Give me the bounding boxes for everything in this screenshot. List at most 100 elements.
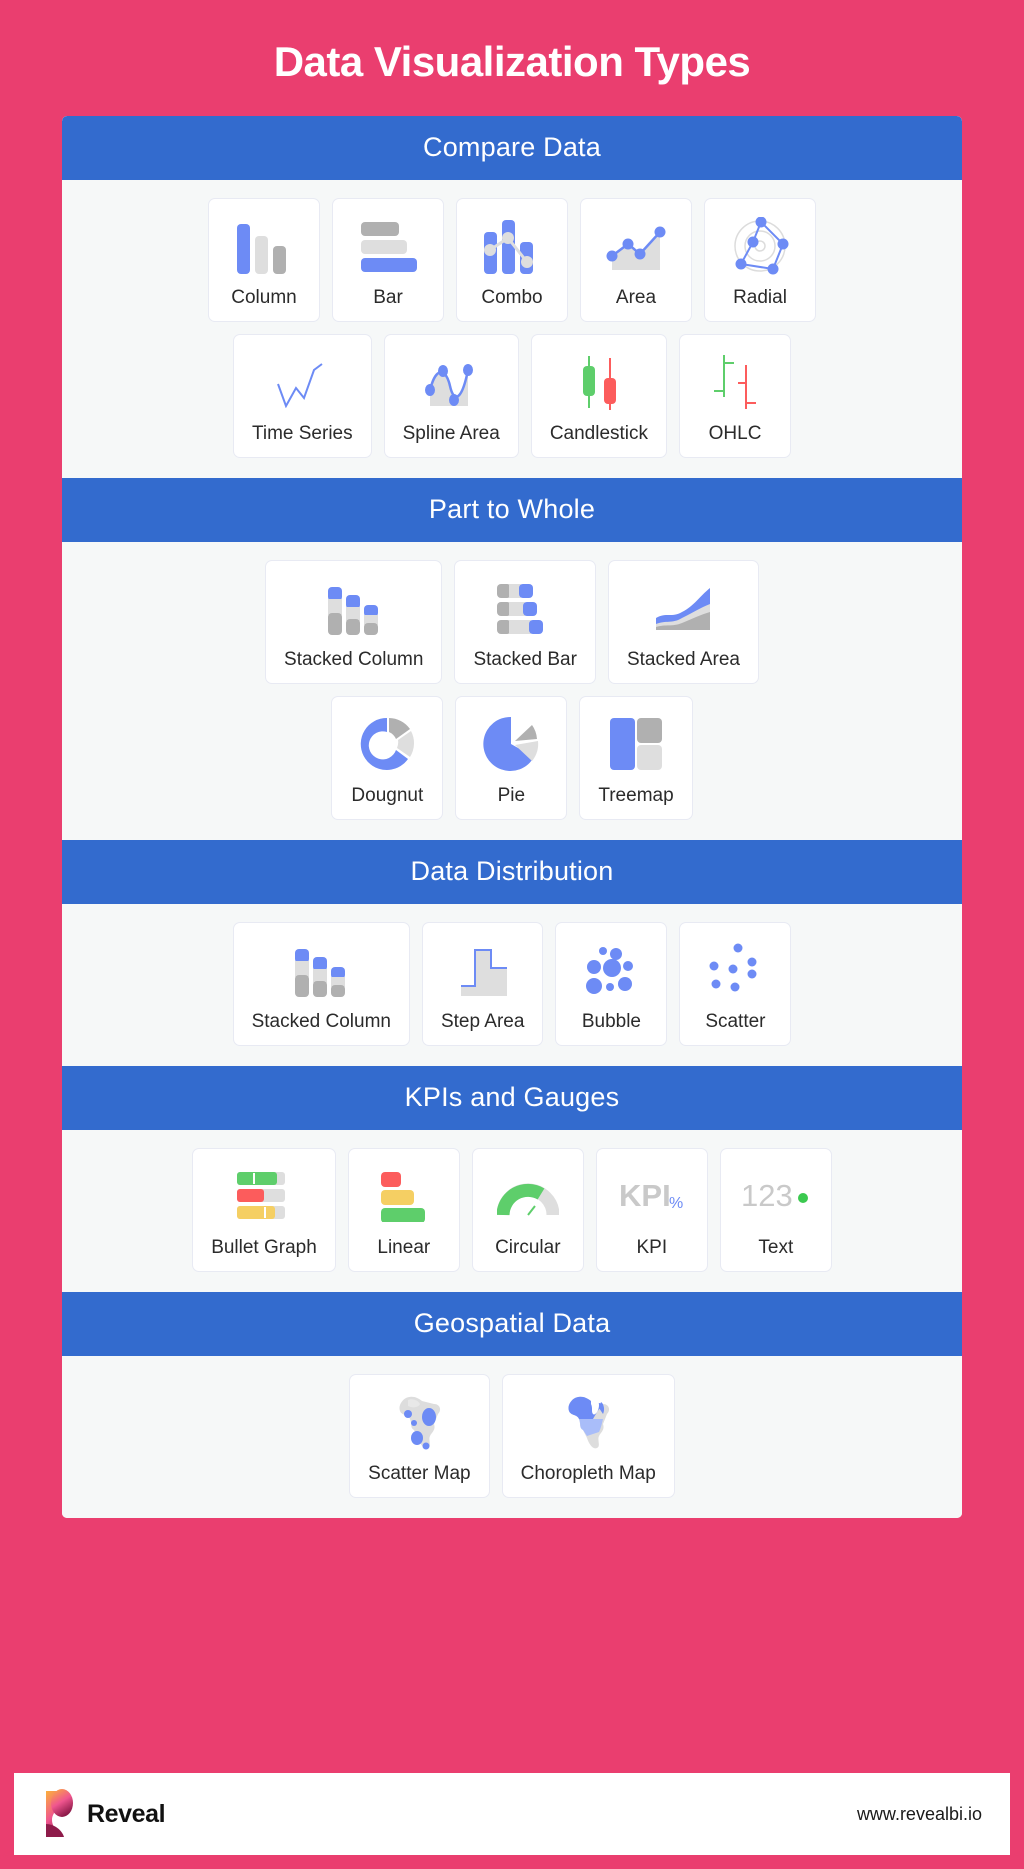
chart-type-label: Radial — [733, 287, 787, 308]
chart-type-label: Spline Area — [402, 423, 500, 444]
chart-type-card-choropleth-map[interactable]: Choropleth Map — [501, 1374, 675, 1498]
scatter-chart-icon — [706, 939, 764, 1001]
bar-chart-icon — [359, 215, 417, 277]
chart-type-card-pie[interactable]: Pie — [455, 696, 568, 820]
infographic-page: Data Visualization Types Compare Data Col… — [0, 0, 1024, 1869]
chart-type-label: KPI — [636, 1237, 668, 1258]
chart-type-card-stacked-column[interactable]: Stacked Column — [232, 922, 410, 1046]
chart-type-card-scatter-map[interactable]: Scatter Map — [349, 1374, 490, 1498]
card-row: Dougnut Pie Treemap — [76, 696, 948, 820]
area-chart-icon — [606, 215, 666, 277]
page-title: Data Visualization Types — [273, 38, 751, 85]
website-url[interactable]: www.revealbi.io — [857, 1804, 982, 1825]
chart-type-label: Candlestick — [549, 423, 649, 444]
pie-chart-icon — [482, 713, 540, 775]
chart-type-card-spline-area[interactable]: Spline Area — [383, 334, 519, 458]
section-header-geospatial-data: Geospatial Data — [62, 1292, 962, 1356]
chart-type-card-stacked-column[interactable]: Stacked Column — [265, 560, 443, 684]
chart-type-card-column[interactable]: Column — [208, 198, 320, 322]
card-row: Stacked Column Step Area Bubble Scatter — [76, 922, 948, 1046]
ohlc-chart-icon — [710, 351, 760, 413]
combo-chart-icon — [482, 215, 542, 277]
chart-type-card-stacked-area[interactable]: Stacked Area — [607, 560, 759, 684]
chart-type-label: Stacked Area — [626, 649, 740, 670]
linear-gauge-icon — [379, 1165, 429, 1227]
chart-type-card-combo[interactable]: Combo — [456, 198, 568, 322]
choropleth-map-icon — [557, 1391, 619, 1453]
chart-type-card-area[interactable]: Area — [580, 198, 692, 322]
chart-type-label: Text — [758, 1237, 794, 1258]
chart-type-label: Bar — [373, 287, 403, 308]
radial-chart-icon — [730, 215, 790, 277]
treemap-chart-icon — [608, 713, 664, 775]
section-header-part-to-whole: Part to Whole — [62, 478, 962, 542]
chart-type-label: Pie — [497, 785, 526, 806]
card-row: Stacked Column Stacked Bar Stacked Area — [76, 560, 948, 684]
chart-type-label: Treemap — [598, 785, 674, 806]
chart-type-label: Combo — [481, 287, 543, 308]
chart-type-card-step-area[interactable]: Step Area — [421, 922, 544, 1046]
brand: Reveal — [42, 1788, 166, 1840]
footer: Reveal www.revealbi.io — [14, 1773, 1010, 1855]
reveal-logo-icon — [42, 1788, 78, 1840]
card-row: Column Bar Combo Area Radial — [76, 198, 948, 322]
chart-type-card-ohlc[interactable]: OHLC — [679, 334, 792, 458]
circular-gauge-icon — [496, 1165, 559, 1227]
scatter-map-icon — [388, 1391, 450, 1453]
chart-type-label: Circular — [495, 1237, 561, 1258]
bullet-graph-icon — [235, 1165, 293, 1227]
chart-type-label: Time Series — [251, 423, 353, 444]
chart-type-card-bubble[interactable]: Bubble — [555, 922, 668, 1046]
stacked-column-chart-icon — [324, 577, 384, 639]
chart-type-card-linear[interactable]: Linear — [347, 1148, 460, 1272]
section-header-compare-data: Compare Data — [62, 116, 962, 180]
chart-type-label: Column — [231, 287, 297, 308]
chart-type-label: OHLC — [708, 423, 762, 444]
sections-board: Compare Data Column Bar Combo Area Radial Time… — [62, 116, 962, 1518]
chart-type-label: Area — [615, 287, 657, 308]
chart-type-card-kpi[interactable]: KPI% KPI — [595, 1148, 708, 1272]
section-body: Scatter Map Choropleth Map — [62, 1356, 962, 1518]
brand-name: Reveal — [87, 1799, 166, 1828]
stacked-bar-chart-icon — [495, 577, 555, 639]
card-row: Scatter Map Choropleth Map — [76, 1374, 948, 1498]
chart-type-card-radial[interactable]: Radial — [704, 198, 816, 322]
column-chart-icon — [235, 215, 293, 277]
chart-type-label: Stacked Column — [251, 1011, 391, 1032]
chart-type-label: Stacked Column — [284, 649, 424, 670]
chart-type-card-circular[interactable]: Circular — [471, 1148, 584, 1272]
section-header-data-distribution: Data Distribution — [62, 840, 962, 904]
card-row: Time Series Spline Area Candlestick OHLC — [76, 334, 948, 458]
chart-type-label: Dougnut — [351, 785, 424, 806]
chart-type-label: Bullet Graph — [211, 1237, 317, 1258]
section-header-kpis-and-gauges: KPIs and Gauges — [62, 1066, 962, 1130]
section-body: Bullet Graph Linear Circular KPI% KPI 123 Text — [62, 1130, 962, 1292]
chart-type-card-treemap[interactable]: Treemap — [579, 696, 693, 820]
stacked-area-chart-icon — [652, 577, 714, 639]
time-series-chart-icon — [274, 351, 330, 413]
chart-type-card-bar[interactable]: Bar — [332, 198, 444, 322]
chart-type-label: Scatter Map — [368, 1463, 471, 1484]
chart-type-card-bullet-graph[interactable]: Bullet Graph — [192, 1148, 336, 1272]
chart-type-label: Choropleth Map — [520, 1463, 656, 1484]
step-area-chart-icon — [453, 939, 513, 1001]
svg-text:%: % — [669, 1195, 683, 1212]
chart-type-card-dougnut[interactable]: Dougnut — [331, 696, 444, 820]
svg-text:KPI: KPI — [619, 1178, 671, 1213]
kpi-icon: KPI% — [619, 1165, 685, 1227]
chart-type-card-scatter[interactable]: Scatter — [679, 922, 792, 1046]
text-kpi-icon: 123 — [741, 1165, 811, 1227]
chart-type-card-text[interactable]: 123 Text — [719, 1148, 832, 1272]
chart-type-card-candlestick[interactable]: Candlestick — [530, 334, 668, 458]
bubble-chart-icon — [582, 939, 640, 1001]
chart-type-card-time-series[interactable]: Time Series — [232, 334, 372, 458]
doughnut-chart-icon — [358, 713, 416, 775]
chart-type-label: Step Area — [440, 1011, 525, 1032]
section-body: Stacked Column Stacked Bar Stacked Area Dou… — [62, 542, 962, 840]
chart-type-label: Bubble — [581, 1011, 641, 1032]
chart-type-label: Scatter — [705, 1011, 766, 1032]
chart-type-card-stacked-bar[interactable]: Stacked Bar — [454, 560, 596, 684]
chart-type-label: Stacked Bar — [473, 649, 577, 670]
card-row: Bullet Graph Linear Circular KPI% KPI 123 Text — [76, 1148, 948, 1272]
candlestick-chart-icon — [574, 351, 624, 413]
